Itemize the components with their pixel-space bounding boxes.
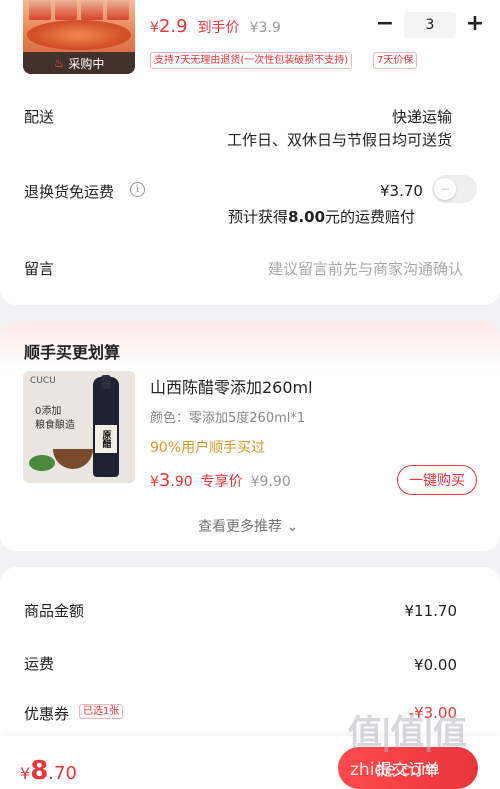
coupon-label[interactable]: 优惠券 — [24, 703, 69, 724]
bottle-label: 原醋 — [95, 425, 117, 453]
delivery-schedule[interactable]: 工作日、双休日与节假日均可送货 — [227, 129, 452, 150]
price-protect-badge: 7天价保 — [373, 52, 418, 69]
product-thumbnail[interactable]: ♨ 采购中 — [23, 0, 135, 74]
total-price: ¥ 8 .70 — [20, 756, 77, 786]
delivery-label: 配送 — [24, 108, 55, 126]
recommend-product-name[interactable]: 山西陈醋零添加260ml — [150, 374, 313, 398]
increase-button[interactable]: + — [462, 12, 488, 38]
return-shipping-toggle[interactable]: − — [432, 175, 477, 203]
product-price-row: ¥2.9 到手价 ¥3.9 — [150, 16, 281, 37]
compensation-prefix: 预计获得 — [228, 208, 289, 226]
rec-price-currency: ¥ — [150, 474, 159, 490]
rec-price-tag: 专享价 — [200, 474, 243, 490]
recommend-product-image[interactable]: CUCU 0添加 粮食酿造 原醋 — [23, 371, 135, 483]
product-food-image — [27, 20, 131, 50]
recommend-product-spec[interactable]: 颜色：零添加5度260ml*1 — [150, 407, 305, 426]
image-slogan: 0添加 粮食酿造 — [35, 405, 75, 433]
coupon-selected-tag: 已选1张 — [79, 704, 124, 719]
toggle-knob-icon: − — [434, 178, 456, 200]
quantity-stepper: − 3 + — [372, 12, 488, 38]
one-click-buy-button[interactable]: 一键购买 — [397, 465, 477, 495]
buying-badge: ♨ 采购中 — [23, 52, 135, 74]
bottle-image: 原醋 — [93, 375, 119, 477]
total-dec: .70 — [48, 763, 77, 784]
original-price: ¥3.9 — [249, 20, 281, 36]
submit-order-button[interactable]: 提交订单 — [338, 747, 478, 789]
decrease-button[interactable]: − — [372, 12, 398, 38]
image-slogan-line-1: 0添加 — [35, 406, 62, 417]
more-recommend-link[interactable]: 查看更多推荐 ⌄ — [198, 516, 298, 536]
shipping-label: 运费 — [24, 655, 55, 673]
recommend-title: 顺手买更划算 — [24, 343, 121, 362]
bowl-image — [53, 449, 93, 469]
recommend-price-row: ¥3 .90 专享价 ¥9.90 — [150, 470, 291, 491]
rec-original-price: ¥9.90 — [250, 474, 291, 490]
goods-amount-label: 商品金额 — [24, 602, 85, 620]
return-policy-badge: 支持7天无理由退货(一次性包装破损不支持) — [150, 52, 353, 69]
compensation-text: 预计获得8.00元的运费赔付 — [228, 206, 415, 227]
info-icon[interactable]: i — [130, 182, 145, 197]
quantity-input[interactable]: 3 — [404, 12, 456, 38]
price-value: 2.9 — [158, 16, 188, 37]
compensation-amount: 8.00 — [288, 208, 326, 226]
coupon-value[interactable]: -¥3.00 — [409, 704, 457, 722]
rec-price-int: 3 — [158, 470, 171, 491]
image-slogan-line-2: 粮食酿造 — [35, 420, 75, 431]
compensation-suffix: 元的运费赔付 — [325, 208, 416, 226]
goods-amount-value: ¥11.70 — [404, 602, 458, 620]
return-shipping-label: 退换货免运费 — [24, 183, 115, 201]
return-shipping-fee: ¥3.70 — [380, 182, 423, 200]
total-currency: ¥ — [20, 764, 31, 783]
message-input[interactable]: 建议留言前先与商家沟通确认 — [268, 258, 463, 279]
fire-icon: ♨ — [53, 56, 65, 70]
product-packages-image — [29, 0, 129, 20]
shipping-value: ¥0.00 — [414, 656, 457, 674]
delivery-method[interactable]: 快递运输 — [392, 106, 452, 127]
total-int: 8 — [30, 756, 49, 786]
herb-image — [29, 455, 55, 471]
price-tag: 到手价 — [197, 20, 240, 36]
message-label: 留言 — [24, 260, 55, 278]
buying-badge-label: 采购中 — [68, 56, 105, 71]
image-brand: CUCU — [30, 376, 56, 386]
price-currency: ¥ — [150, 20, 159, 36]
rec-price-dec: .90 — [170, 474, 193, 490]
recommend-hint: 90%用户顺手买过 — [150, 440, 266, 456]
